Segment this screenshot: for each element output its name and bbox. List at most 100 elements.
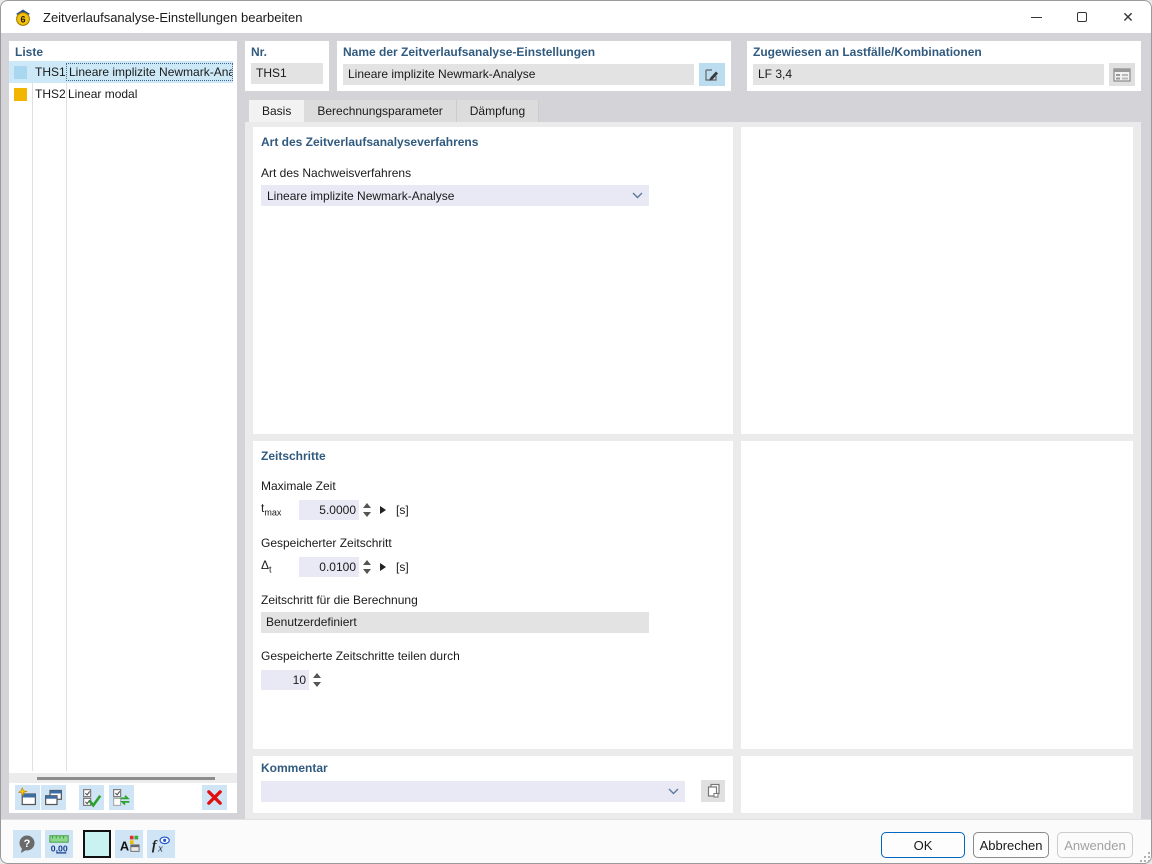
svg-text:A: A (120, 838, 129, 853)
calc-step-field[interactable]: Benutzerdefiniert (261, 612, 649, 633)
app-icon: 6 (13, 7, 33, 27)
new-item-button[interactable] (15, 785, 40, 810)
scrollbar-thumb[interactable] (37, 777, 215, 780)
select-loadcases-button[interactable] (1109, 63, 1135, 86)
nr-field[interactable]: THS1 (251, 63, 323, 84)
maximize-icon (1077, 12, 1087, 22)
list-panel: Liste THS1 Lineare implizite Newmark-Ana… (9, 41, 237, 813)
delete-item-button[interactable] (202, 785, 227, 810)
item-id: THS2 (35, 87, 66, 101)
list-title: Liste (15, 45, 44, 59)
minimize-button[interactable] (1013, 1, 1059, 33)
cancel-button[interactable]: Abbrechen (973, 832, 1049, 858)
close-icon: ✕ (1122, 9, 1134, 25)
comment-section-title: Kommentar (261, 761, 328, 775)
maximize-button[interactable] (1059, 1, 1105, 33)
comment-side-panel (741, 756, 1133, 813)
list-column-separator (66, 61, 67, 771)
select-all-icon (83, 789, 102, 808)
slider-arrow-button[interactable] (380, 562, 386, 571)
spin-down-icon (362, 511, 371, 517)
method-side-panel (741, 127, 1133, 434)
divide-input[interactable]: 10 (261, 669, 309, 690)
comment-section: Kommentar (253, 756, 733, 813)
units-icon: 0,00 (49, 835, 69, 854)
function-button[interactable]: f x (147, 830, 175, 858)
display-settings-icon: A (120, 835, 140, 853)
comment-copy-button[interactable] (701, 780, 725, 802)
svg-text:x: x (157, 843, 163, 854)
ok-button[interactable]: OK (881, 832, 965, 858)
arrow-right-icon (380, 505, 386, 514)
tab-basis[interactable]: Basis (249, 100, 305, 122)
spin-down-button[interactable] (312, 681, 321, 687)
max-time-input[interactable]: 5.0000 (299, 499, 359, 520)
pencil-icon (705, 68, 718, 81)
dialog-window: 6 Zeitverlaufsanalyse-Einstellungen bear… (0, 0, 1152, 864)
list-dialog-icon (1113, 67, 1131, 82)
help-button[interactable]: ? (13, 830, 41, 858)
close-button[interactable]: ✕ (1105, 1, 1151, 33)
arrow-right-icon (380, 562, 386, 571)
analysis-method-dropdown[interactable]: Lineare implizite Newmark-Analyse (261, 185, 649, 206)
saved-step-symbol: Δt (261, 558, 272, 575)
calc-step-label: Zeitschritt für die Berechnung (261, 593, 418, 607)
name-field[interactable]: Lineare implizite Newmark-Analyse (343, 64, 694, 85)
saved-step-label: Gespeicherter Zeitschritt (261, 536, 392, 550)
resize-grip[interactable] (1139, 851, 1150, 862)
help-icon: ? (19, 835, 35, 853)
svg-text:f: f (152, 838, 158, 853)
max-time-label: Maximale Zeit (261, 479, 336, 493)
spin-up-icon (312, 672, 321, 678)
item-name: Lineare implizite Newmark-Analyse (66, 63, 233, 81)
copy-pages-icon (707, 783, 720, 798)
nr-panel: Nr. THS1 (245, 41, 329, 91)
invert-selection-icon (113, 789, 130, 806)
name-panel: Name der Zeitverlaufsanalyse-Einstellung… (337, 41, 731, 91)
select-all-button[interactable] (79, 785, 104, 810)
copy-item-button[interactable] (41, 785, 66, 810)
spin-up-button[interactable] (362, 502, 371, 508)
spin-up-button[interactable] (312, 672, 321, 678)
method-section-title: Art des Zeitverlaufsanalyseverfahrens (261, 135, 479, 149)
spin-down-button[interactable] (362, 511, 371, 517)
copy-window-icon (45, 789, 62, 806)
assigned-label: Zugewiesen an Lastfälle/Kombinationen (753, 45, 982, 59)
title-bar: 6 Zeitverlaufsanalyse-Einstellungen bear… (1, 1, 1151, 33)
divide-label: Gespeicherte Zeitschritte teilen durch (261, 649, 460, 663)
tab-daempfung[interactable]: Dämpfung (456, 100, 540, 122)
list-item-ths2[interactable]: THS2 Linear modal (9, 83, 233, 105)
tab-berechnungsparameter[interactable]: Berechnungsparameter (304, 100, 457, 122)
comment-dropdown[interactable] (261, 780, 685, 802)
svg-text:0,00: 0,00 (51, 843, 68, 853)
display-settings-button[interactable]: A (115, 830, 143, 858)
saved-step-input[interactable]: 0.0100 (299, 556, 359, 577)
list-toolbar (9, 785, 237, 811)
apply-button[interactable]: Anwenden (1057, 832, 1133, 858)
max-time-unit: [s] (396, 502, 409, 517)
assigned-field[interactable]: LF 3,4 (753, 64, 1104, 85)
edit-name-button[interactable] (699, 63, 725, 86)
nr-label: Nr. (251, 45, 268, 59)
timesteps-section: Zeitschritte Maximale Zeit tmax 5.0000 [… (253, 441, 733, 749)
dropdown-value: Lineare implizite Newmark-Analyse (267, 188, 455, 203)
units-settings-button[interactable]: 0,00 (45, 830, 73, 858)
color-swatch-button[interactable] (83, 830, 111, 858)
slider-arrow-button[interactable] (380, 505, 386, 514)
tab-bar: Basis Berechnungsparameter Dämpfung (245, 100, 1141, 122)
svg-text:6: 6 (20, 14, 25, 24)
assigned-panel: Zugewiesen an Lastfälle/Kombinationen LF… (747, 41, 1141, 91)
tab-page-basis: Art des Zeitverlaufsanalyseverfahrens Ar… (245, 122, 1141, 819)
minimize-icon (1030, 16, 1042, 18)
spin-up-icon (362, 559, 371, 565)
spin-down-button[interactable] (362, 568, 371, 574)
list-column-separator (32, 61, 33, 771)
chevron-down-icon (632, 192, 643, 199)
name-label: Name der Zeitverlaufsanalyse-Einstellung… (343, 45, 596, 59)
window-title: Zeitverlaufsanalyse-Einstellungen bearbe… (43, 9, 303, 25)
item-name: Linear modal (68, 87, 138, 101)
list-item-ths1[interactable]: THS1 Lineare implizite Newmark-Analyse (9, 61, 233, 83)
horizontal-scrollbar[interactable] (9, 773, 237, 783)
spin-up-button[interactable] (362, 559, 371, 565)
invert-selection-button[interactable] (109, 785, 134, 810)
